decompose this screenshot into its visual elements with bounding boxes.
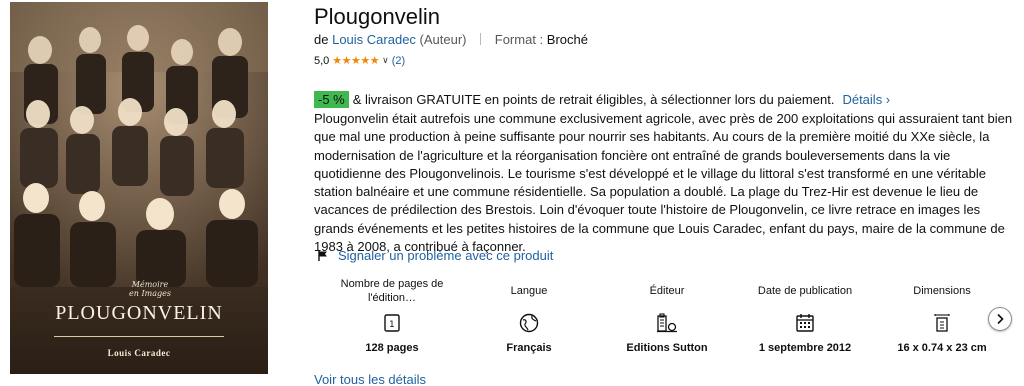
see-all-details-link[interactable]: Voir tous les détails: [314, 372, 426, 386]
publisher-icon: [656, 312, 678, 334]
dimensions-icon: [931, 312, 953, 334]
promo-line: -5 % & livraison GRATUITE en points de r…: [314, 91, 890, 108]
cover-title-band: [10, 287, 268, 374]
carousel-next-button[interactable]: [988, 307, 1012, 331]
author-link[interactable]: Louis Caradec: [332, 32, 416, 47]
pages-icon: 1: [381, 312, 403, 334]
cover-series-line-1: Mémoire: [131, 280, 169, 289]
product-attributes-carousel: Nombre de pages de l'édition… 1 128 page…: [314, 276, 1014, 360]
globe-icon: [518, 312, 540, 334]
flag-icon: [318, 250, 327, 261]
format-value: Broché: [546, 32, 588, 47]
author-role: (Auteur): [419, 32, 467, 47]
report-problem-link[interactable]: Signaler un problème avec ce produit: [338, 248, 553, 263]
attribute-value: Editions Sutton: [626, 342, 708, 354]
attribute-label: Éditeur: [649, 285, 685, 297]
report-problem-row[interactable]: Signaler un problème avec ce produit: [317, 248, 553, 263]
cover-series-label: Mémoire en Images: [110, 280, 190, 298]
attribute-pages: Nombre de pages de l'édition… 1 128 page…: [326, 276, 458, 354]
svg-text:1: 1: [389, 320, 395, 330]
attribute-language: Langue Français: [463, 276, 595, 354]
delivery-text: & livraison GRATUITE en points de retrai…: [352, 92, 835, 107]
book-cover-image[interactable]: Mémoire en Images Plougonvelin Louis Car…: [10, 2, 268, 374]
star-rating-icon[interactable]: ★★★★★: [332, 54, 379, 67]
rating-count-link[interactable]: (2): [392, 55, 405, 67]
calendar-icon: [794, 312, 816, 334]
attribute-publisher: Éditeur Editions Sutton: [601, 276, 733, 354]
attribute-value: 1 septembre 2012: [758, 342, 852, 354]
format-label: Format :: [494, 32, 544, 47]
rating-summary[interactable]: 5,0 ★★★★★ ∨ (2): [314, 54, 405, 68]
product-description: Plougonvelin était autrefois une commune…: [314, 111, 1013, 255]
attribute-publication-date: Date de publication 1 septembre 2012: [739, 276, 871, 354]
cover-series-line-2: en Images: [129, 289, 171, 298]
discount-badge: -5 %: [314, 91, 349, 108]
attribute-value: 16 x 0.74 x 23 cm: [897, 342, 987, 354]
attribute-label: Date de publication: [757, 285, 853, 297]
rating-value: 5,0: [314, 54, 330, 67]
attribute-value: Français: [506, 342, 552, 354]
byline-prefix: de: [314, 32, 329, 47]
attribute-label: Langue: [510, 285, 548, 297]
cover-divider: [54, 336, 224, 337]
details-link[interactable]: Détails ›: [842, 92, 890, 107]
product-title: Plougonvelin: [314, 4, 440, 29]
attribute-label: Nombre de pages de l'édition…: [340, 278, 444, 304]
attribute-label: Dimensions: [913, 285, 971, 297]
attribute-value: 128 pages: [365, 342, 419, 354]
chevron-down-icon[interactable]: ∨: [382, 55, 389, 66]
byline-separator: [480, 33, 482, 45]
byline: de Louis Caradec (Auteur) Format : Broch…: [314, 32, 588, 47]
cover-author: Louis Caradec: [107, 348, 171, 358]
cover-photo: [10, 2, 268, 287]
cover-title: Plougonvelin: [55, 302, 223, 324]
chevron-right-icon: [997, 313, 1004, 325]
